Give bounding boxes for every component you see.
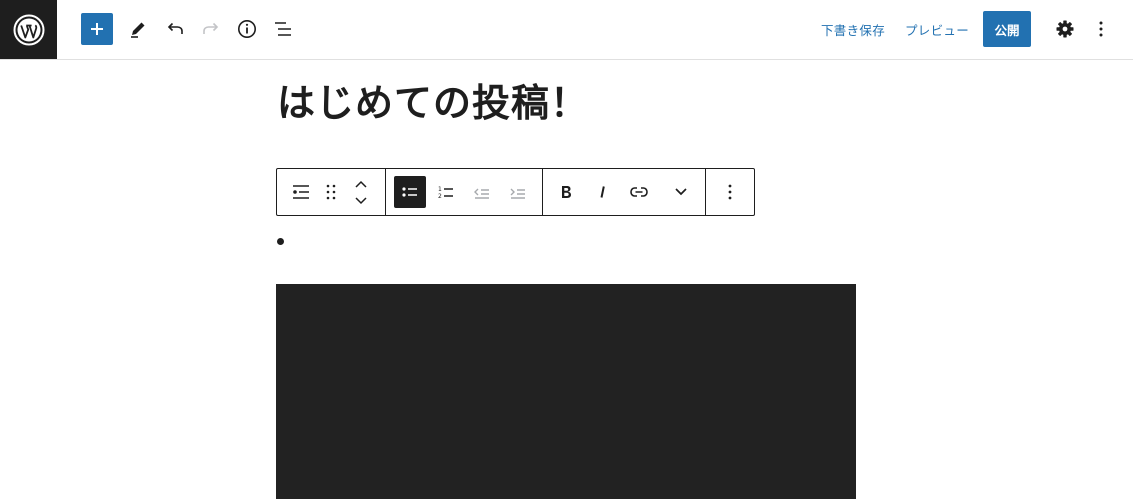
- move-up-icon: [355, 180, 367, 188]
- block-type-button[interactable]: [285, 176, 317, 208]
- link-icon: [630, 187, 648, 197]
- undo-button[interactable]: [158, 12, 192, 46]
- pencil-icon: [131, 22, 145, 38]
- gear-icon: [1056, 20, 1074, 38]
- drag-handle-icon: [326, 184, 336, 200]
- unordered-list-icon: [402, 187, 417, 197]
- outdent-icon: [474, 188, 489, 199]
- list-block-icon: [293, 185, 309, 199]
- italic-button[interactable]: [587, 176, 619, 208]
- toolbar-divider: [385, 169, 386, 215]
- post-title[interactable]: はじめての投稿！: [277, 72, 589, 127]
- toolbar-divider: [542, 169, 543, 215]
- media-block[interactable]: [276, 284, 856, 499]
- ordered-list-icon: 1 2: [438, 186, 453, 200]
- tools-button[interactable]: [121, 12, 155, 46]
- add-block-button[interactable]: [81, 13, 113, 45]
- move-up-button[interactable]: [345, 175, 377, 192]
- drag-handle[interactable]: [315, 176, 347, 208]
- block-options-button[interactable]: [714, 176, 746, 208]
- svg-text:2: 2: [438, 193, 442, 200]
- editor-header: 下書き保存 プレビュー 公開: [0, 0, 1133, 60]
- list-item-bullet[interactable]: [277, 238, 284, 245]
- plus-icon: [91, 23, 103, 35]
- save-draft-button[interactable]: 下書き保存: [821, 20, 885, 39]
- settings-button[interactable]: [1048, 12, 1082, 46]
- block-toolbar: 1 2: [276, 168, 755, 216]
- more-vertical-icon: [728, 184, 732, 200]
- indent-icon: [510, 188, 525, 199]
- wordpress-logo-icon: [13, 14, 44, 45]
- unordered-list-button[interactable]: [394, 176, 426, 208]
- preview-button[interactable]: プレビュー: [905, 20, 969, 39]
- more-vertical-icon: [1099, 21, 1103, 37]
- more-formatting-button[interactable]: [665, 176, 697, 208]
- italic-icon: [600, 186, 605, 198]
- redo-icon: [203, 22, 219, 34]
- wordpress-logo[interactable]: [0, 0, 57, 59]
- svg-text:1: 1: [438, 186, 442, 193]
- options-button[interactable]: [1084, 12, 1118, 46]
- chevron-down-icon: [675, 188, 687, 196]
- indent-button[interactable]: [502, 176, 534, 208]
- redo-button[interactable]: [194, 12, 228, 46]
- bold-icon: [562, 186, 571, 198]
- list-view-icon: [275, 22, 291, 36]
- bold-button[interactable]: [550, 176, 582, 208]
- move-down-icon: [355, 196, 367, 204]
- outdent-button[interactable]: [466, 176, 498, 208]
- ordered-list-button[interactable]: 1 2: [430, 176, 462, 208]
- info-icon: [238, 20, 256, 38]
- undo-icon: [167, 22, 183, 34]
- link-button[interactable]: [623, 176, 655, 208]
- details-button[interactable]: [230, 12, 264, 46]
- outline-button[interactable]: [266, 12, 300, 46]
- move-down-button[interactable]: [345, 192, 377, 209]
- publish-button[interactable]: 公開: [983, 11, 1031, 47]
- toolbar-divider: [705, 169, 706, 215]
